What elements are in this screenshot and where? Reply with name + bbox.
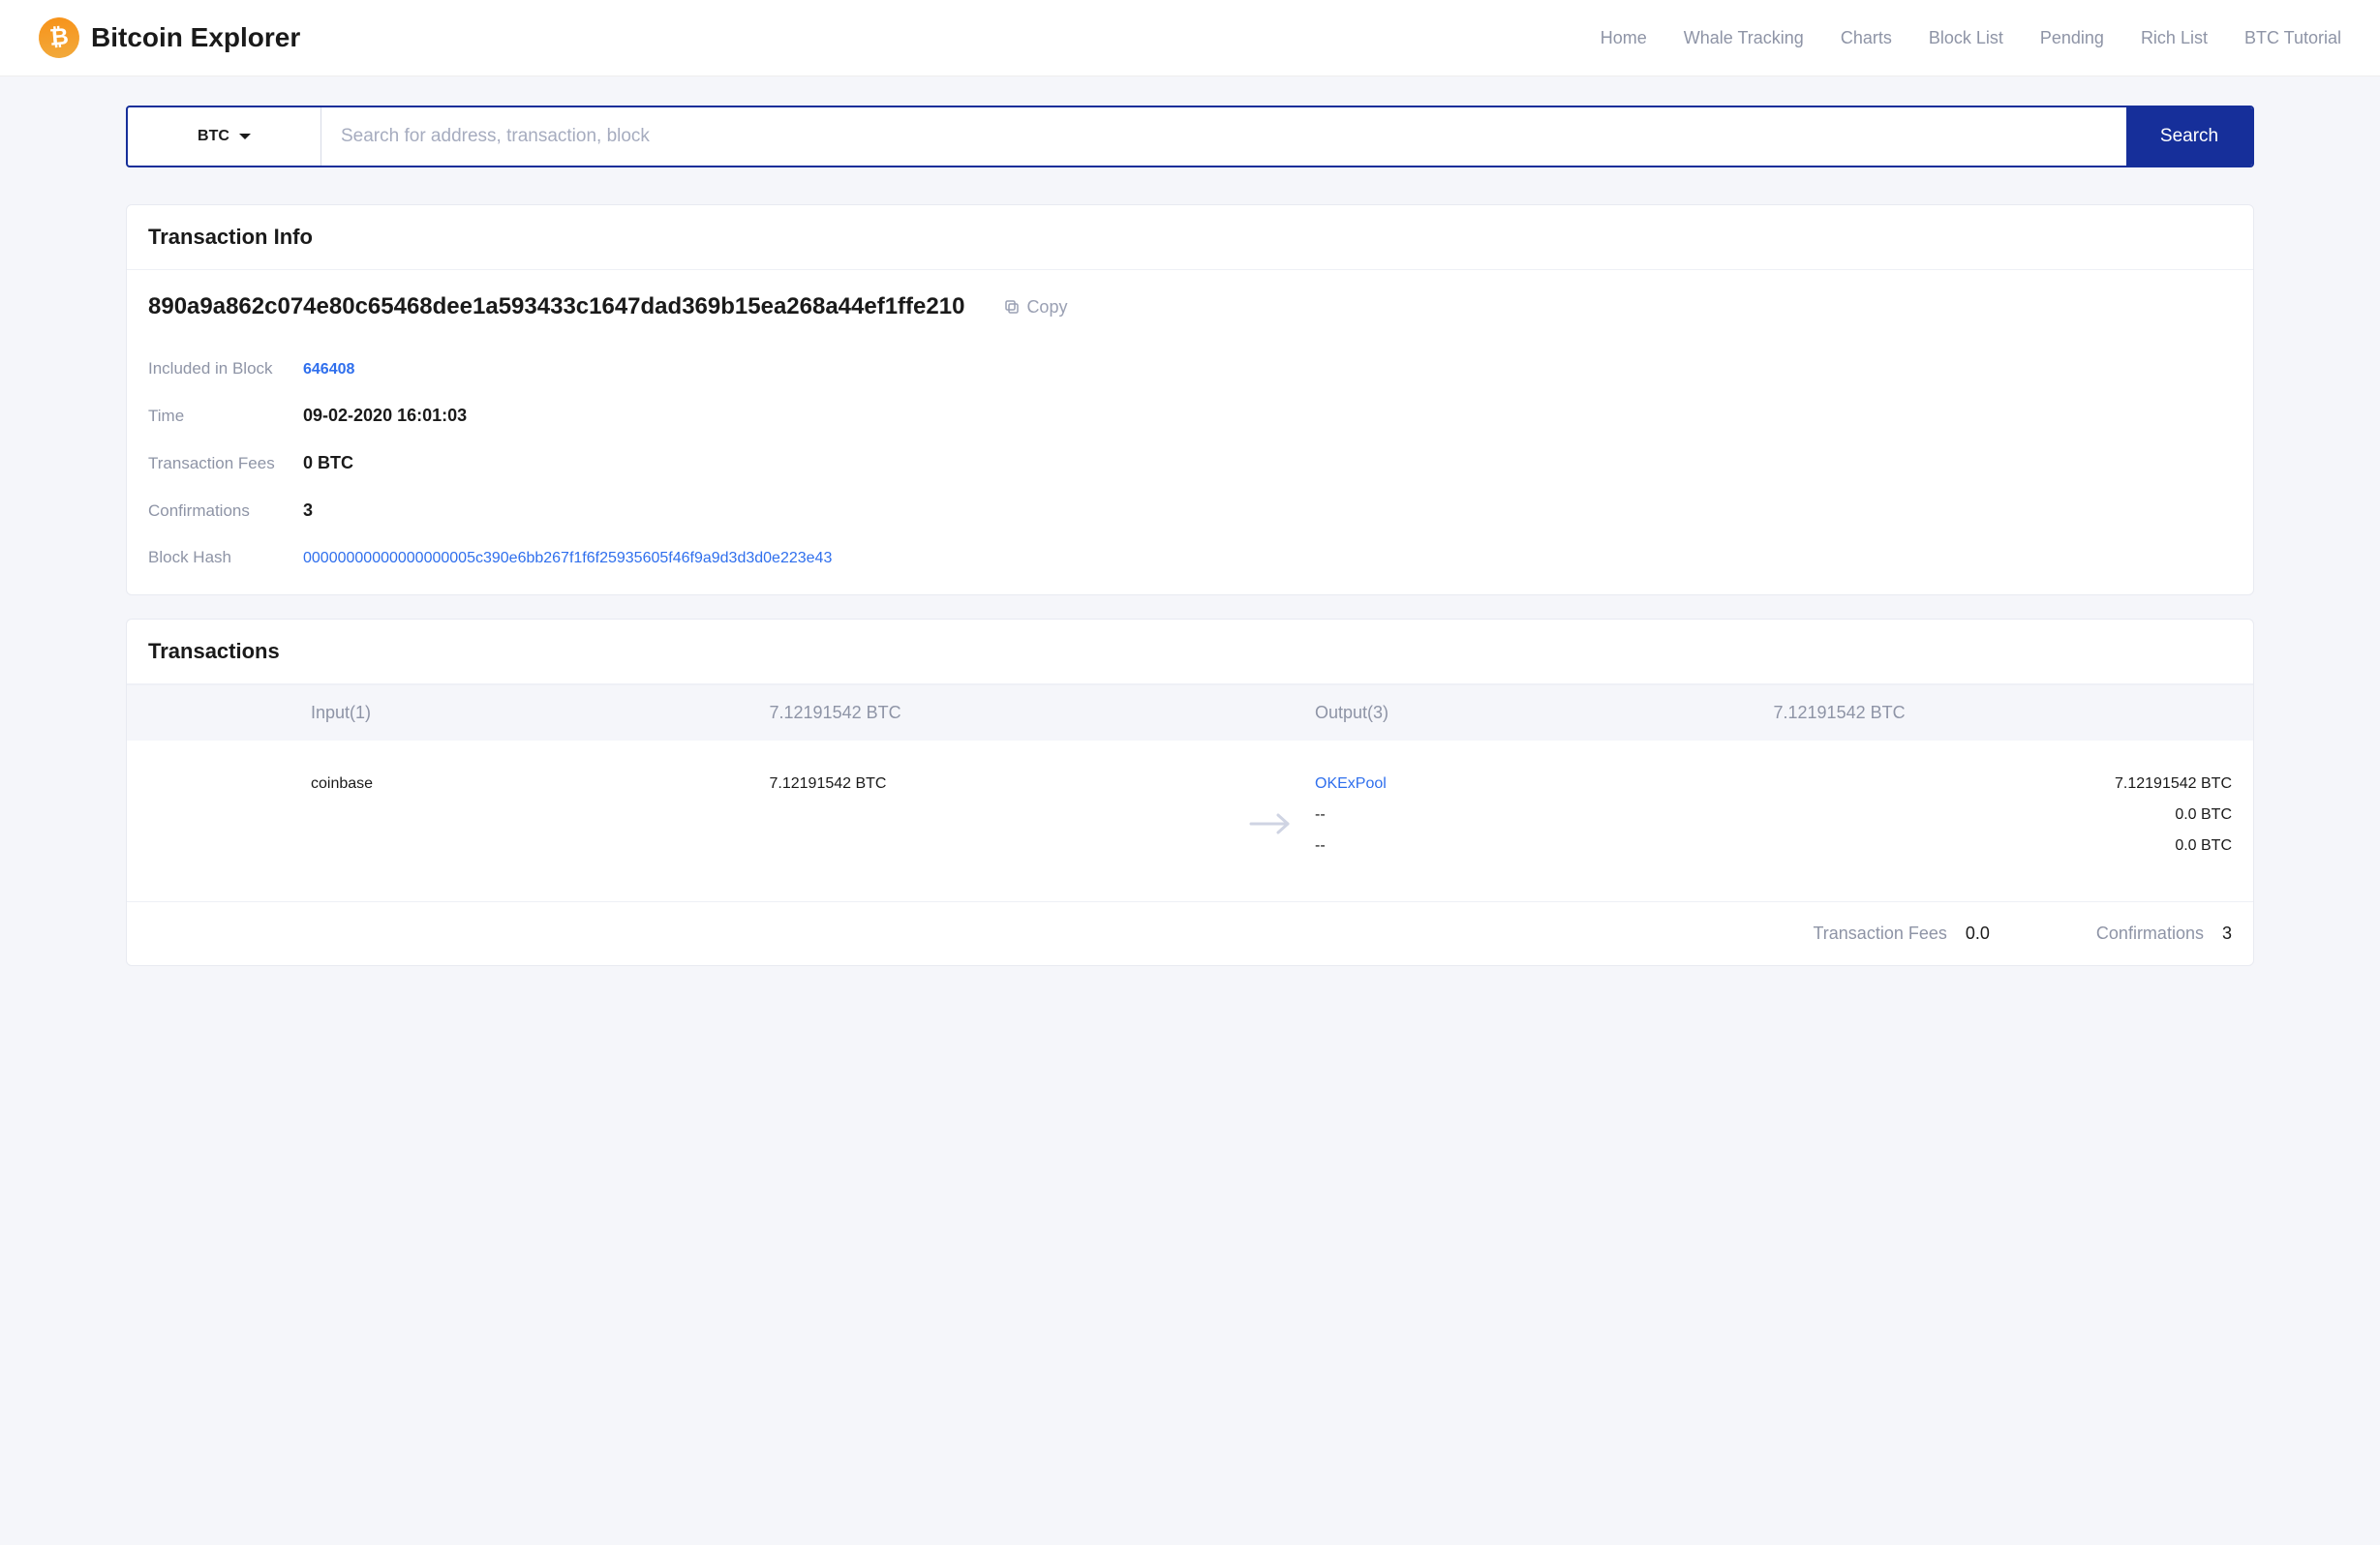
confirmations-value: 3 [303,500,313,521]
nav-block-list[interactable]: Block List [1929,28,2003,48]
inputs-labels: coinbase [311,775,770,793]
coin-select-value: BTC [198,128,229,145]
input-label: coinbase [311,775,770,793]
search-input[interactable] [321,107,2126,166]
footer-fees-value: 0.0 [1966,924,1990,943]
block-hash-label: Block Hash [148,548,303,567]
transaction-hash: 890a9a862c074e80c65468dee1a593433c1647da… [148,293,964,320]
included-in-block-link[interactable]: 646408 [303,361,354,379]
output-label-link[interactable]: OKExPool [1315,775,1387,792]
outputs-amounts: 7.12191542 BTC 0.0 BTC 0.0 BTC [1774,775,2233,855]
time-label: Time [148,407,303,426]
bitcoin-logo-icon: ₿ [37,15,81,60]
search-button[interactable]: Search [2126,107,2252,166]
main-nav: Home Whale Tracking Charts Block List Pe… [1601,28,2341,48]
nav-btc-tutorial[interactable]: BTC Tutorial [2244,28,2341,48]
caret-down-icon [239,134,251,139]
time-value: 09-02-2020 16:01:03 [303,406,467,426]
copy-icon [1003,298,1021,316]
fees-value: 0 BTC [303,453,353,473]
output-amount: 7.12191542 BTC [1774,775,2233,793]
footer-fees-label: Transaction Fees [1813,924,1946,943]
brand-title: Bitcoin Explorer [91,22,300,53]
footer-confirmations-value: 3 [2222,924,2232,943]
transaction-info-card: Transaction Info 890a9a862c074e80c65468d… [126,204,2254,595]
nav-rich-list[interactable]: Rich List [2141,28,2208,48]
confirmations-label: Confirmations [148,501,303,521]
site-header: ₿ Bitcoin Explorer Home Whale Tracking C… [0,0,2380,76]
outputs-labels: OKExPool -- -- [1315,775,1774,855]
output-total: 7.12191542 BTC [1774,703,2233,723]
output-amount: 0.0 BTC [1774,806,2233,824]
nav-charts[interactable]: Charts [1841,28,1892,48]
transactions-card: Transactions Input(1) 7.12191542 BTC Out… [126,619,2254,966]
included-in-block-label: Included in Block [148,359,303,379]
search-bar: BTC Search [126,106,2254,167]
output-label: -- [1315,837,1774,855]
nav-home[interactable]: Home [1601,28,1647,48]
nav-whale-tracking[interactable]: Whale Tracking [1684,28,1804,48]
input-count-label: Input(1) [311,703,770,723]
input-total: 7.12191542 BTC [770,703,1229,723]
output-count-label: Output(3) [1315,703,1774,723]
block-hash-link[interactable]: 00000000000000000005c390e6bb267f1f6f2593… [303,550,832,567]
nav-pending[interactable]: Pending [2040,28,2104,48]
output-amount: 0.0 BTC [1774,837,2233,855]
coin-select[interactable]: BTC [128,107,321,166]
io-block: coinbase 7.12191542 BTC OKExPool -- -- 7… [127,741,2253,902]
inputs-amounts: 7.12191542 BTC [770,775,1229,793]
arrow-right-icon [1249,812,1294,835]
transaction-info-heading: Transaction Info [127,205,2253,270]
io-header-bar: Input(1) 7.12191542 BTC Output(3) 7.1219… [127,684,2253,741]
fees-label: Transaction Fees [148,454,303,473]
transactions-footer: Transaction Fees 0.0 Confirmations 3 [127,902,2253,965]
copy-label: Copy [1026,297,1067,318]
footer-confirmations-label: Confirmations [2096,924,2204,943]
input-amount: 7.12191542 BTC [770,775,1229,793]
transactions-heading: Transactions [127,620,2253,684]
output-label: -- [1315,806,1774,824]
brand[interactable]: ₿ Bitcoin Explorer [39,17,300,58]
copy-button[interactable]: Copy [1003,297,1067,318]
